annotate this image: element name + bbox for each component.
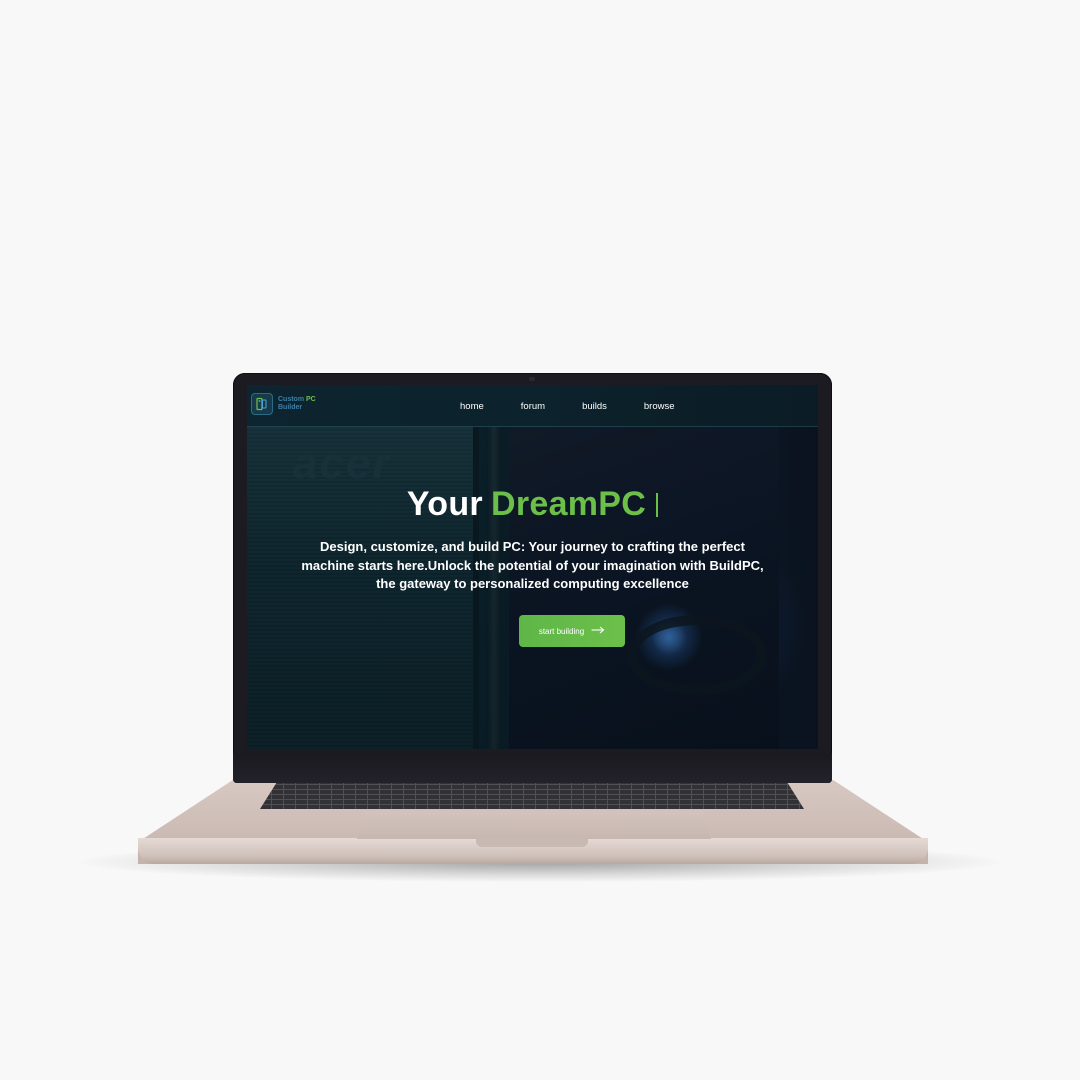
logo-text: Custom PC Builder [278,396,316,412]
logo-line1: Custom [278,396,305,403]
site-logo[interactable]: Custom PC Builder [251,393,316,415]
arrow-right-icon [591,626,605,636]
hero-title-prefix: Your [406,485,483,523]
logo-line1-accent: PC [306,396,316,403]
start-building-button[interactable]: start building [519,615,625,647]
typing-caret [656,492,659,517]
hero-title: Your DreamPC [406,485,659,524]
screen-bezel-bottom [233,753,832,783]
pc-case-icon [251,393,273,415]
laptop-notch [476,839,588,847]
laptop-trackpad [357,811,711,839]
laptop-screen: acer Custom PC Bui [247,385,818,749]
laptop-lid: acer Custom PC Bui [233,373,832,783]
camera [529,377,535,381]
nav-links: home forum builds browse [460,385,675,427]
navbar: Custom PC Builder home forum builds brow… [247,385,818,427]
hero-title-accent: DreamPC [490,485,647,523]
laptop-keyboard [260,783,804,809]
nav-link-home[interactable]: home [460,401,484,412]
hero-section: Your DreamPC Design, customize, and buil… [247,485,818,594]
nav-link-builds[interactable]: builds [582,401,607,412]
start-building-label: start building [538,626,585,636]
hero-description: Design, customize, and build PC: Your jo… [301,539,764,591]
nav-link-browse[interactable]: browse [644,401,675,412]
nav-link-forum[interactable]: forum [521,401,545,412]
logo-line2: Builder [278,404,303,411]
